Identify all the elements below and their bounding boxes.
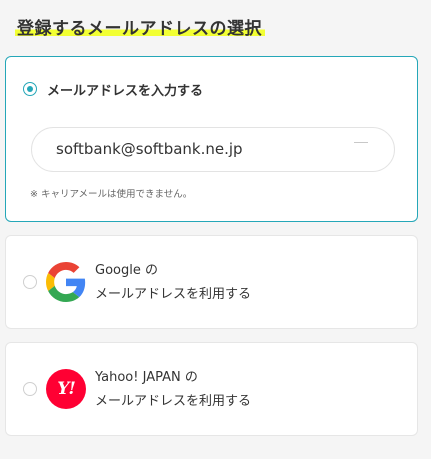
email-input[interactable]: softbank@softbank.ne.jp — [31, 127, 395, 172]
option-card-enter-email[interactable]: メールアドレスを入力する softbank@softbank.ne.jp ※ キ… — [5, 56, 418, 222]
yahoo-option-line1: Yahoo! JAPAN の — [95, 370, 198, 385]
option-card-yahoo[interactable]: Y! Yahoo! JAPAN の メールアドレスを利用する — [5, 342, 418, 436]
section-title: 登録するメールアドレスの選択 — [15, 14, 265, 39]
google-option-text: Google の メールアドレスを利用する — [95, 259, 251, 307]
option-card-google[interactable]: Google の メールアドレスを利用する — [5, 235, 418, 329]
google-option-line1: Google の — [95, 263, 158, 278]
carrier-mail-note: ※ キャリアメールは使用できません。 — [30, 189, 193, 200]
yahoo-logo-text: Y! — [57, 379, 76, 399]
email-input-value: softbank@softbank.ne.jp — [56, 140, 243, 158]
google-option-line2: メールアドレスを利用する — [95, 287, 252, 302]
radio-yahoo[interactable] — [23, 382, 37, 396]
google-logo-icon — [46, 262, 86, 302]
yahoo-japan-logo-icon: Y! — [46, 369, 86, 409]
yahoo-option-line2: メールアドレスを利用する — [95, 394, 252, 409]
radio-google[interactable] — [23, 275, 37, 289]
yahoo-option-text: Yahoo! JAPAN の メールアドレスを利用する — [95, 366, 251, 414]
option-label-enter-email: メールアドレスを入力する — [47, 84, 204, 99]
input-clear-dash-icon — [354, 142, 368, 143]
radio-enter-email[interactable] — [23, 82, 37, 96]
